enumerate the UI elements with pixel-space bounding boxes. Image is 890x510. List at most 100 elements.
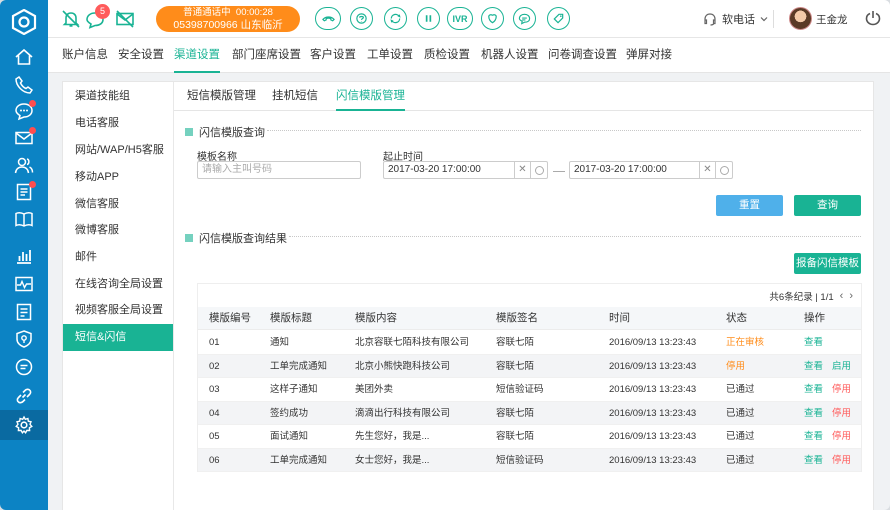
view-link[interactable]: 查看	[804, 449, 823, 472]
avatar[interactable]	[789, 7, 812, 30]
disable-link[interactable]: 停用	[832, 402, 851, 425]
satisfaction-button[interactable]	[481, 7, 504, 30]
tab-sms-templates[interactable]: 短信模版管理	[187, 82, 256, 111]
table-row: 04 签约成功 滴滴出行科技有限公司 容联七陌 2016/09/13 13:23:43 已…	[198, 401, 861, 425]
col-status: 状态	[726, 312, 747, 324]
clear-icon[interactable]: ✕	[514, 162, 530, 178]
table-row: 05 面试通知 先生您好，我是... 容联七陌 2016/09/13 13:23:43 已…	[198, 425, 861, 449]
side-item-phone-service[interactable]: 电话客服	[63, 110, 173, 137]
tab-hangup-sms[interactable]: 挂机短信	[272, 82, 318, 111]
mail-icon[interactable]	[12, 127, 36, 149]
side-item-online-global[interactable]: 在线咨询全局设置	[63, 271, 173, 298]
ivr-button[interactable]: IVR	[447, 7, 473, 30]
cell-template-title: 工单完成通知	[270, 454, 328, 466]
cell-template-title: 签约成功	[270, 407, 309, 419]
phone-icon[interactable]	[12, 74, 36, 96]
monitor-icon[interactable]	[12, 273, 36, 295]
transfer-button[interactable]	[384, 7, 407, 30]
cell-time: 2016/09/13 13:23:43	[609, 431, 697, 442]
home-icon[interactable]	[12, 46, 36, 68]
report-flash-template-button[interactable]: 报备闪信模板	[794, 253, 861, 274]
side-item-mobile-app[interactable]: 移动APP	[63, 164, 173, 191]
date-range-dash	[553, 171, 565, 172]
pager: 共6条纪录 | 1/1 ‹ ›	[769, 288, 853, 304]
clock-icon[interactable]	[715, 162, 732, 178]
clock-icon[interactable]	[530, 162, 547, 178]
menu-department-seat-settings[interactable]: 部门座席设置	[232, 38, 301, 73]
menu-robot-settings[interactable]: 机器人设置	[481, 38, 539, 73]
side-item-email[interactable]: 邮件	[63, 244, 173, 271]
side-item-skill-groups[interactable]: 渠道技能组	[63, 83, 173, 110]
col-time: 时间	[609, 312, 630, 324]
call-status-pill[interactable]: 普通通话中 00:00:28 05398700966 山东临沂	[156, 6, 300, 32]
menu-screen-popup[interactable]: 弹屏对接	[626, 38, 672, 73]
power-icon[interactable]	[864, 9, 882, 27]
cell-template-title: 工单完成通知	[270, 360, 328, 372]
search-button[interactable]: 查询	[794, 195, 861, 216]
menu-channel-settings[interactable]: 渠道设置	[174, 38, 220, 73]
template-name-input[interactable]: 请输入主叫号码	[197, 161, 361, 179]
side-item-sms-flash[interactable]: 短信&闪信	[63, 324, 173, 351]
message-icon[interactable]	[12, 356, 36, 378]
table-row: 02 工单完成通知 北京小熊快跑科技公司 容联七陌 2016/09/13 13:23:4…	[198, 354, 861, 378]
shield-icon[interactable]	[12, 328, 36, 350]
chat-icon[interactable]	[12, 100, 36, 122]
cell-template-id: 04	[209, 407, 220, 419]
link-icon[interactable]	[12, 385, 36, 407]
view-link[interactable]: 查看	[804, 355, 823, 378]
muted-mail-icon[interactable]	[114, 8, 136, 30]
list-icon[interactable]	[12, 181, 36, 203]
app-window: 5 普通通话中 00:00:28 05398700966 山东临沂 IVR 软电…	[0, 0, 890, 510]
chevron-down-icon	[760, 17, 768, 22]
cell-template-sign: 容联七陌	[496, 407, 535, 419]
tab-flash-templates[interactable]: 闪信模版管理	[336, 82, 405, 111]
query-section-title: 闪信模版查询	[185, 124, 265, 140]
menu-account-info[interactable]: 账户信息	[62, 38, 108, 73]
disable-link[interactable]: 停用	[832, 425, 851, 448]
checklist-icon[interactable]	[12, 301, 36, 323]
cell-template-content: 北京小熊快跑科技公司	[355, 360, 451, 372]
side-item-wechat-service[interactable]: 微信客服	[63, 191, 173, 218]
menu-survey-settings[interactable]: 问卷调查设置	[548, 38, 617, 73]
results-table: 共6条纪录 | 1/1 ‹ › 模版编号 模版标题 模版内容 模版签名 时间 状…	[197, 283, 862, 472]
clear-icon[interactable]: ✕	[699, 162, 715, 178]
disable-link[interactable]: 停用	[832, 378, 851, 401]
tag-button[interactable]	[547, 7, 570, 30]
call-number: 05398700966	[173, 19, 238, 31]
chat-unread-dot	[29, 100, 36, 107]
settings-icon[interactable]	[0, 410, 48, 440]
side-item-weibo-service[interactable]: 微博客服	[63, 217, 173, 244]
reset-button[interactable]: 重置	[716, 195, 783, 216]
view-link[interactable]: 查看	[804, 331, 823, 354]
menu-qa-settings[interactable]: 质检设置	[424, 38, 470, 73]
view-link[interactable]: 查看	[804, 378, 823, 401]
logo-icon	[11, 9, 37, 35]
start-date-input[interactable]: 2017-03-20 17:00:00 ✕	[383, 161, 548, 179]
sms-button[interactable]	[513, 7, 536, 30]
bar-chart-icon[interactable]	[12, 245, 36, 267]
hangup-button[interactable]	[315, 7, 341, 30]
menu-security-settings[interactable]: 安全设置	[118, 38, 164, 73]
enable-link[interactable]: 启用	[832, 355, 851, 378]
headset-icon	[704, 13, 716, 26]
chevron-left-icon[interactable]: ‹	[840, 290, 844, 302]
chevron-right-icon[interactable]: ›	[849, 290, 853, 302]
user-name[interactable]: 王金龙	[816, 12, 848, 27]
hold-button[interactable]	[417, 7, 440, 30]
menu-ticket-settings[interactable]: 工单设置	[367, 38, 413, 73]
results-section-title: 闪信模版查询结果	[185, 230, 287, 246]
book-icon[interactable]	[12, 208, 36, 230]
softphone-dropdown[interactable]: 软电话	[702, 11, 769, 27]
status-badge: 已通过	[726, 431, 755, 442]
side-item-video-global[interactable]: 视频客服全局设置	[63, 297, 173, 324]
menu-customer-settings[interactable]: 客户设置	[310, 38, 356, 73]
view-link[interactable]: 查看	[804, 425, 823, 448]
end-date-input[interactable]: 2017-03-20 17:00:00 ✕	[569, 161, 733, 179]
cell-time: 2016/09/13 13:23:43	[609, 360, 697, 372]
users-icon[interactable]	[12, 154, 36, 176]
disable-link[interactable]: 停用	[832, 449, 851, 472]
view-link[interactable]: 查看	[804, 402, 823, 425]
consult-button[interactable]	[350, 7, 373, 30]
mute-bell-icon[interactable]	[60, 8, 82, 30]
side-item-web-service[interactable]: 网站/WAP/H5客服	[63, 137, 173, 164]
